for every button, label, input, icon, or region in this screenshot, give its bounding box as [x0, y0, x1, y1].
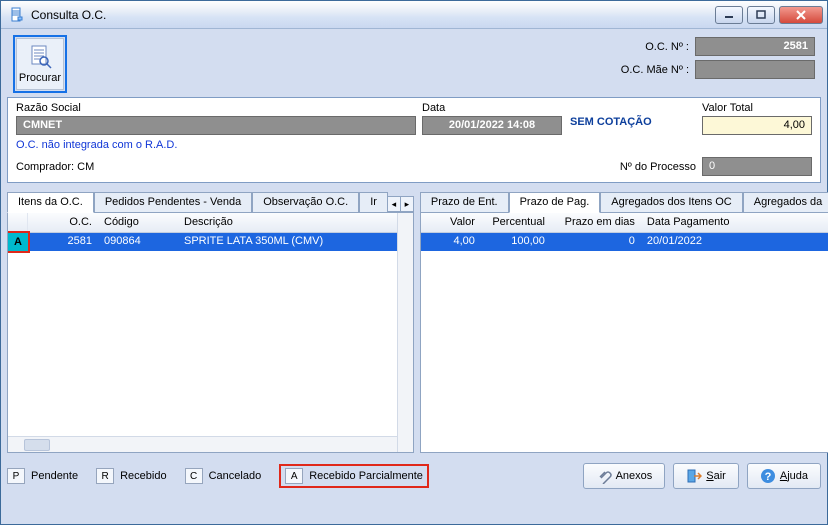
anexos-button[interactable]: Anexos — [583, 463, 666, 489]
oc-number-panel: O.C. Nº : 2581 O.C. Mãe Nº : — [599, 37, 815, 83]
left-grid-row[interactable]: A 2581 090864 SPRITE LATA 350ML (CMV) — [8, 233, 413, 251]
right-grid-row[interactable]: 4,00 100,00 0 20/01/2022 — [421, 233, 828, 251]
left-grid-header: O.C. Código Descrição — [8, 213, 413, 233]
col-valor[interactable]: Valor — [421, 213, 481, 232]
oc-mae-value — [695, 60, 815, 79]
row-desc: SPRITE LATA 350ML (CMV) — [178, 233, 413, 251]
left-tabcontent: O.C. Código Descrição A 2581 090864 SPRI… — [7, 213, 414, 453]
ajuda-rest: juda — [787, 470, 808, 482]
right-grid-header: Valor Percentual Prazo em dias Data Paga… — [421, 213, 828, 233]
legend-p-icon: P — [7, 468, 25, 484]
ajuda-button[interactable]: ? Ajuda — [747, 463, 821, 489]
document-search-icon — [27, 44, 53, 70]
col-prazo-dias[interactable]: Prazo em dias — [551, 213, 641, 232]
legend-r-icon: R — [96, 468, 114, 484]
header-panel: Razão Social CMNET Data 20/01/2022 14:08… — [7, 97, 821, 183]
row-pct: 100,00 — [481, 233, 551, 251]
client-area: Procurar O.C. Nº : 2581 O.C. Mãe Nº : Ra… — [7, 35, 821, 518]
legend-c-label: Cancelado — [209, 470, 262, 482]
paperclip-icon — [596, 468, 612, 484]
left-tabs-next[interactable]: ▸ — [400, 196, 414, 212]
titlebar-controls — [711, 6, 823, 24]
app-icon — [9, 7, 25, 23]
legend-a-label: Recebido Parcialmente — [309, 470, 423, 482]
razao-value: CMNET — [16, 116, 416, 135]
minimize-button[interactable] — [715, 6, 743, 24]
legend-recebido: R Recebido — [96, 468, 166, 484]
legend-cancelado: C Cancelado — [185, 468, 262, 484]
col-status[interactable] — [8, 213, 28, 232]
right-tabbar: Prazo de Ent. Prazo de Pag. Agregados do… — [420, 191, 828, 213]
legend-a-icon: A — [285, 468, 303, 484]
tab-prazo-ent[interactable]: Prazo de Ent. — [420, 192, 509, 212]
oc-no-label: O.C. Nº : — [599, 41, 689, 53]
svg-text:?: ? — [764, 471, 771, 483]
procurar-label: Procurar — [19, 72, 61, 84]
col-descricao[interactable]: Descrição — [178, 213, 413, 232]
tab-itens-oc[interactable]: Itens da O.C. — [7, 192, 94, 213]
tab-agregados-da[interactable]: Agregados da — [743, 192, 828, 212]
row-dias: 0 — [551, 233, 641, 251]
left-tabbar: Itens da O.C. Pedidos Pendentes - Venda … — [7, 191, 414, 213]
rad-note: O.C. não integrada com o R.A.D. — [16, 139, 177, 151]
tab-ir[interactable]: Ir — [359, 192, 388, 212]
left-tabs: Itens da O.C. Pedidos Pendentes - Venda … — [7, 191, 414, 453]
legend-p-label: Pendente — [31, 470, 78, 482]
legend-recebido-parcialmente: A Recebido Parcialmente — [279, 464, 429, 488]
tab-prazo-pag[interactable]: Prazo de Pag. — [509, 192, 601, 213]
procurar-button[interactable]: Procurar — [16, 38, 64, 90]
oc-no-value: 2581 — [695, 37, 815, 56]
row-data-pag: 20/01/2022 — [641, 233, 828, 251]
sem-cotacao-label: SEM COTAÇÃO — [570, 102, 690, 128]
maximize-button[interactable] — [747, 6, 775, 24]
footer: P Pendente R Recebido C Cancelado A Rece… — [7, 463, 821, 489]
window-frame: Consulta O.C. — [0, 0, 828, 525]
sair-hotkey: S — [706, 470, 713, 482]
row-oc: 2581 — [28, 233, 98, 251]
anexos-label: Anexos — [616, 470, 653, 482]
oc-mae-label: O.C. Mãe Nº : — [599, 64, 689, 76]
toolbar-area: Procurar O.C. Nº : 2581 O.C. Mãe Nº : — [7, 35, 821, 93]
legend-pendente: P Pendente — [7, 468, 78, 484]
valor-value: 4,00 — [702, 116, 812, 135]
left-vscrollbar[interactable] — [397, 213, 413, 452]
left-hscrollbar[interactable] — [8, 436, 397, 452]
razao-label: Razão Social — [16, 102, 416, 114]
col-percentual[interactable]: Percentual — [481, 213, 551, 232]
exit-icon — [686, 468, 702, 484]
left-tabs-prev[interactable]: ◂ — [387, 196, 401, 212]
col-data-pagamento[interactable]: Data Pagamento — [641, 213, 828, 232]
sair-rest: air — [714, 470, 726, 482]
valor-label: Valor Total — [702, 102, 812, 114]
data-value: 20/01/2022 14:08 — [422, 116, 562, 135]
sair-button[interactable]: Sair — [673, 463, 739, 489]
window-title: Consulta O.C. — [31, 8, 106, 22]
data-label: Data — [422, 102, 562, 114]
tab-agregados-itens[interactable]: Agregados dos Itens OC — [600, 192, 742, 212]
titlebar: Consulta O.C. — [1, 1, 827, 29]
procurar-highlight: Procurar — [13, 35, 67, 93]
row-codigo: 090864 — [98, 233, 178, 251]
n-processo-label: Nº do Processo — [620, 161, 696, 173]
legend-r-label: Recebido — [120, 470, 166, 482]
right-tabcontent: Valor Percentual Prazo em dias Data Paga… — [420, 213, 828, 453]
status-legend: P Pendente R Recebido C Cancelado A Rece… — [7, 464, 447, 488]
comprador-label: Comprador: CM — [16, 161, 94, 173]
tab-observacao-oc[interactable]: Observação O.C. — [252, 192, 359, 212]
legend-c-icon: C — [185, 468, 203, 484]
right-tabs: Prazo de Ent. Prazo de Pag. Agregados do… — [420, 191, 828, 453]
n-processo-value: 0 — [702, 157, 812, 176]
row-status-badge: A — [8, 233, 28, 251]
close-button[interactable] — [779, 6, 823, 24]
row-valor: 4,00 — [421, 233, 481, 251]
help-icon: ? — [760, 468, 776, 484]
col-codigo[interactable]: Código — [98, 213, 178, 232]
tab-pedidos-pendentes[interactable]: Pedidos Pendentes - Venda — [94, 192, 252, 212]
col-oc[interactable]: O.C. — [28, 213, 98, 232]
